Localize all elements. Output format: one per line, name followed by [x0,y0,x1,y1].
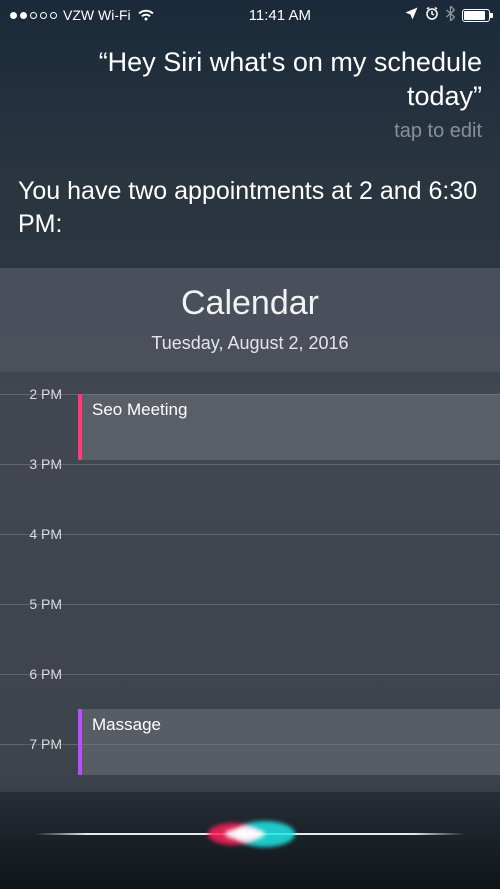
hour-label: 2 PM [0,386,70,402]
calendar-event[interactable]: Massage [78,709,500,775]
alarm-icon [425,6,439,24]
calendar-title: Calendar [0,284,500,323]
hour-line [0,464,500,465]
signal-dots-icon [10,12,57,19]
calendar-header: Calendar Tuesday, August 2, 2016 [0,268,500,372]
location-icon [405,7,418,24]
hour-line [0,534,500,535]
status-left: VZW Wi-Fi [10,7,155,23]
siri-response-block: You have two appointments at 2 and 6:30 … [0,151,500,263]
siri-query-text: “Hey Siri what's on my schedule today” [18,46,482,114]
siri-wave-line [35,833,465,835]
calendar-date: Tuesday, August 2, 2016 [0,333,500,354]
siri-wave-blob-icon [190,819,310,849]
hour-label: 7 PM [0,736,70,752]
calendar-event[interactable]: Seo Meeting [78,394,500,460]
hour-label: 5 PM [0,596,70,612]
hour-label: 4 PM [0,526,70,542]
wifi-icon [137,8,155,22]
clock-label: 11:41 AM [249,7,311,24]
bluetooth-icon [446,6,455,25]
hour-label: 3 PM [0,456,70,472]
hour-line [0,604,500,605]
tap-to-edit-hint: tap to edit [18,120,482,143]
status-bar: VZW Wi-Fi 11:41 AM [0,0,500,28]
status-right [405,6,490,25]
hour-label: 6 PM [0,666,70,682]
calendar-timeline[interactable]: 2 PM 3 PM 4 PM 5 PM 6 PM 7 PM Seo Meeting Massa… [0,372,500,792]
siri-response-text: You have two appointments at 2 and 6:30 … [18,175,482,243]
calendar-card[interactable]: Calendar Tuesday, August 2, 2016 2 PM 3 P… [0,268,500,792]
siri-waveform[interactable] [0,779,500,889]
carrier-label: VZW Wi-Fi [63,7,131,23]
siri-query-block[interactable]: “Hey Siri what's on my schedule today” t… [0,28,500,151]
hour-line [0,674,500,675]
battery-icon [462,9,490,22]
